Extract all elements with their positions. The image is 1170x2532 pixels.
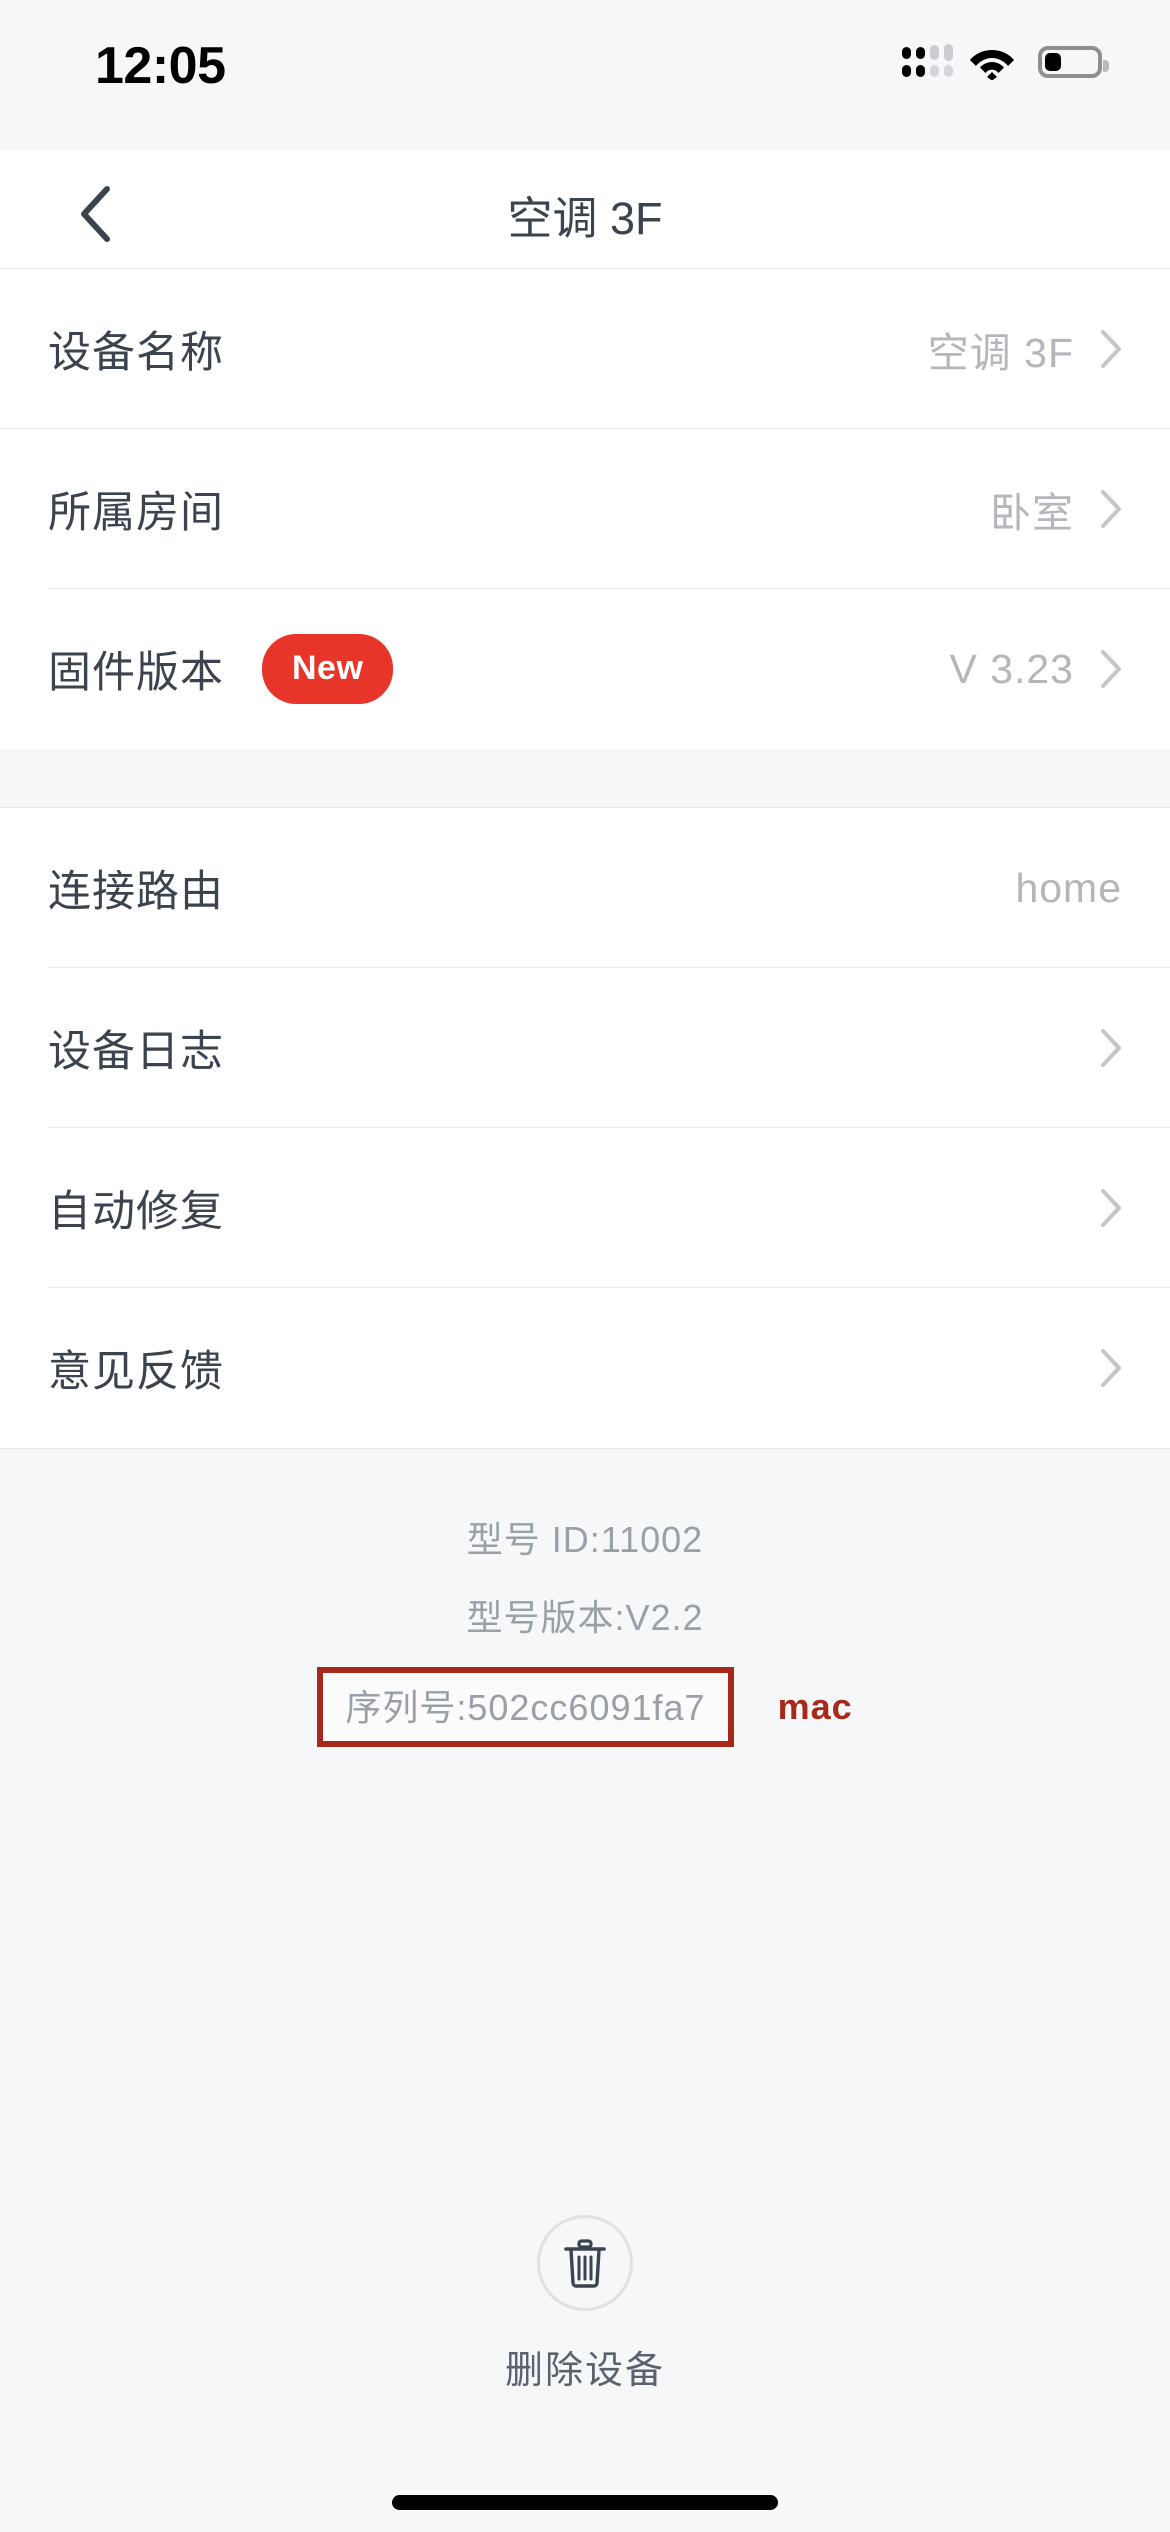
delete-device-label: 删除设备 — [504, 2350, 665, 2392]
row-firmware-version[interactable]: 固件版本 New V 3.23 — [0, 589, 1170, 749]
mac-annotation-label: mac — [777, 1686, 853, 1727]
row-label: 固件版本 — [48, 649, 224, 697]
row-label: 意见反馈 — [48, 1348, 224, 1396]
row-connected-router[interactable]: 连接路由 home — [0, 808, 1170, 968]
section-gap — [0, 749, 1170, 807]
status-bar-time: 12:05 — [95, 37, 226, 95]
new-badge: New — [262, 634, 394, 704]
delete-device-button[interactable] — [537, 2215, 633, 2311]
model-version-text: 型号版本:V2.2 — [466, 1597, 704, 1638]
home-indicator[interactable] — [392, 2495, 778, 2510]
chevron-right-icon — [1101, 1349, 1121, 1387]
row-value: home — [1015, 864, 1122, 911]
chevron-right-icon — [1101, 650, 1121, 688]
device-detail-screen: 12:05 空调 3F 设备名称 空调 3F 所属房间 卧室 固件版本 New … — [0, 0, 1170, 2532]
status-bar-icons — [902, 44, 1109, 80]
serial-annotation-group: 序列号:502cc6091fa7 mac — [317, 1667, 852, 1747]
row-feedback[interactable]: 意见反馈 — [0, 1288, 1170, 1448]
row-room[interactable]: 所属房间 卧室 — [0, 429, 1170, 589]
row-right-group: V 3.23 — [949, 646, 1122, 693]
row-right-group — [1100, 1188, 1122, 1228]
page-title: 空调 3F — [507, 193, 663, 244]
row-auto-repair[interactable]: 自动修复 — [0, 1128, 1170, 1288]
row-right-group — [1100, 1348, 1122, 1388]
device-meta-info: 型号 ID:11002 型号版本:V2.2 序列号:502cc6091fa7 m… — [0, 1448, 1170, 1747]
serial-number-text: 序列号:502cc6091fa7 — [345, 1687, 706, 1728]
wifi-icon — [970, 50, 1014, 80]
delete-device-area: 删除设备 — [0, 2215, 1170, 2394]
row-label: 设备名称 — [48, 329, 224, 377]
row-right-group: 卧室 — [990, 479, 1122, 539]
model-id-text: 型号 ID:11002 — [466, 1519, 704, 1560]
row-label: 连接路由 — [48, 868, 224, 916]
chevron-right-icon — [1101, 330, 1121, 368]
signal-dots-icon — [902, 44, 953, 79]
row-right-group — [1100, 1028, 1122, 1068]
navigation-bar: 空调 3F — [0, 150, 1170, 268]
device-info-section: 设备名称 空调 3F 所属房间 卧室 固件版本 New V 3.23 连接路由 … — [0, 268, 1170, 1747]
trash-icon — [564, 2239, 606, 2288]
row-right-group: 空调 3F — [928, 319, 1122, 379]
row-value: V 3.23 — [949, 645, 1074, 692]
row-right-group: home — [1015, 865, 1122, 912]
row-label: 设备日志 — [48, 1028, 224, 1076]
status-bar: 12:05 — [0, 0, 1170, 150]
row-label: 所属房间 — [48, 489, 224, 537]
chevron-right-icon — [1101, 1029, 1121, 1067]
device-tools-section: 连接路由 home 设备日志 自动修复 意见反馈 — [0, 807, 1170, 1448]
battery-icon — [1038, 46, 1109, 78]
row-device-log[interactable]: 设备日志 — [0, 968, 1170, 1128]
row-value: 卧室 — [990, 490, 1074, 536]
serial-highlight-box: 序列号:502cc6091fa7 — [317, 1667, 734, 1747]
row-device-name[interactable]: 设备名称 空调 3F — [0, 269, 1170, 429]
chevron-right-icon — [1101, 1189, 1121, 1227]
row-value: 空调 3F — [927, 330, 1074, 376]
row-label: 自动修复 — [48, 1188, 224, 1236]
chevron-right-icon — [1101, 490, 1121, 528]
